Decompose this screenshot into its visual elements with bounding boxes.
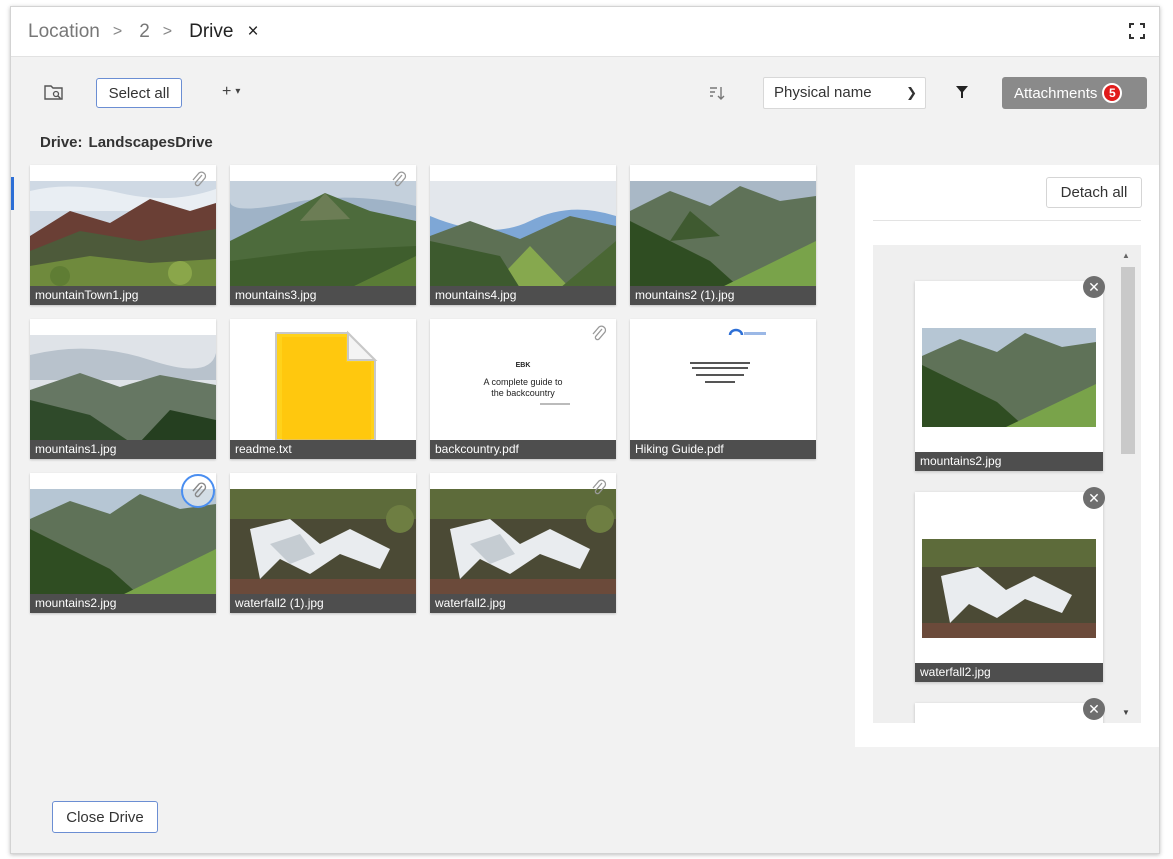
fullscreen-icon[interactable] — [1129, 23, 1145, 39]
toolbar: Select all + ▾ Physical name ❯ Attachment… — [11, 75, 1159, 111]
file-name: mountains2.jpg — [30, 594, 216, 613]
detach-all-button[interactable]: Detach all — [1046, 177, 1142, 208]
breadcrumb-location[interactable]: Location — [28, 21, 100, 43]
breadcrumb-2[interactable]: 2 — [139, 21, 150, 43]
doc-heading-line2: the backcountry — [491, 388, 555, 398]
plus-icon: + — [222, 83, 232, 100]
drive-label: Drive: — [40, 134, 83, 151]
doc-heading-line1: A complete guide to — [483, 377, 563, 387]
sort-select-value: Physical name — [774, 84, 872, 101]
close-drive-button[interactable]: Close Drive — [52, 801, 158, 833]
file-tile[interactable]: mountains2.jpg — [30, 473, 216, 613]
file-thumbnail — [430, 489, 616, 596]
attachments-count-badge: 5 — [1102, 83, 1123, 103]
attachment-card[interactable]: ✕ — [915, 698, 1105, 723]
breadcrumb-separator: > — [162, 22, 173, 40]
file-tile[interactable]: mountains1.jpg — [30, 319, 216, 459]
file-tile[interactable]: waterfall2.jpg — [430, 473, 616, 613]
drive-title: Drive: LandscapesDrive — [40, 134, 213, 151]
file-name: waterfall2 (1).jpg — [230, 594, 416, 613]
attachments-panel: Detach all ✕ mountains2.jpg ✕ waterfall2… — [855, 165, 1159, 747]
close-icon[interactable]: × — [247, 21, 258, 43]
file-name: mountainTown1.jpg — [30, 286, 216, 305]
attachment-card[interactable]: ✕ mountains2.jpg — [915, 276, 1105, 471]
drive-name: LandscapesDrive — [88, 134, 213, 151]
file-tile[interactable]: waterfall2 (1).jpg — [230, 473, 416, 613]
doc-text-line — [540, 403, 570, 405]
file-name: readme.txt — [230, 440, 416, 459]
breadcrumb-separator: > — [112, 22, 123, 40]
file-thumbnail — [230, 319, 416, 441]
remove-attachment-icon[interactable]: ✕ — [1083, 698, 1105, 720]
remove-attachment-icon[interactable]: ✕ — [1083, 487, 1105, 509]
paperclip-icon — [192, 482, 207, 498]
file-thumbnail — [630, 319, 816, 440]
sort-select[interactable]: Physical name ❯ — [763, 77, 926, 109]
filter-icon[interactable] — [955, 85, 969, 99]
paperclip-icon — [192, 171, 207, 187]
file-thumbnail — [30, 335, 216, 442]
file-name: mountains2 (1).jpg — [630, 286, 816, 305]
file-tile[interactable]: mountainTown1.jpg — [30, 165, 216, 305]
file-thumbnail — [430, 181, 616, 288]
doc-code: EBK — [515, 362, 531, 369]
attachment-thumbnail — [922, 328, 1096, 427]
file-thumbnail: EBK A complete guide to the backcountry — [430, 319, 616, 440]
file-name: Hiking Guide.pdf — [630, 440, 816, 459]
attachments-button[interactable]: Attachments 5 — [1002, 77, 1147, 109]
attachments-list[interactable]: ✕ mountains2.jpg ✕ waterfall2.jpg ✕ ▲ ▼ — [873, 245, 1141, 723]
scrollbar[interactable]: ▲ ▼ — [1119, 245, 1135, 723]
selection-marker — [11, 177, 14, 210]
attachment-name: mountains2.jpg — [915, 452, 1103, 471]
file-thumbnail — [230, 489, 416, 596]
scroll-down-icon[interactable]: ▼ — [1122, 708, 1130, 717]
breadcrumb-current: Drive — [189, 20, 234, 42]
drive-dialog: Location > 2 > Drive × Select all + ▾ Phy… — [10, 6, 1160, 854]
folder-search-icon[interactable] — [44, 83, 64, 101]
sort-icon[interactable] — [708, 84, 726, 102]
paperclip-icon — [592, 479, 607, 495]
file-name: mountains3.jpg — [230, 286, 416, 305]
attachment-card[interactable]: ✕ waterfall2.jpg — [915, 487, 1105, 682]
file-name: waterfall2.jpg — [430, 594, 616, 613]
file-thumbnail — [30, 181, 216, 288]
file-tile[interactable]: mountains4.jpg — [430, 165, 616, 305]
file-tile[interactable]: Hiking Guide.pdf — [630, 319, 816, 459]
attach-toggle[interactable] — [181, 474, 215, 508]
title-bar: Location > 2 > Drive × — [11, 7, 1159, 57]
file-tile[interactable]: EBK A complete guide to the backcountry … — [430, 319, 616, 459]
attachment-thumbnail — [922, 539, 1096, 638]
scroll-thumb[interactable] — [1121, 267, 1135, 454]
remove-attachment-icon[interactable]: ✕ — [1083, 276, 1105, 298]
attachment-name: waterfall2.jpg — [915, 663, 1103, 682]
file-name: backcountry.pdf — [430, 440, 616, 459]
file-tile[interactable]: readme.txt — [230, 319, 416, 459]
divider — [873, 220, 1141, 221]
file-name: mountains4.jpg — [430, 286, 616, 305]
file-thumbnail — [230, 181, 416, 288]
paperclip-icon — [592, 325, 607, 341]
add-menu-button[interactable]: + ▾ — [222, 83, 240, 101]
paperclip-icon — [392, 171, 407, 187]
file-name: mountains1.jpg — [30, 440, 216, 459]
file-thumbnail — [630, 181, 816, 288]
file-tile[interactable]: mountains3.jpg — [230, 165, 416, 305]
chevron-down-icon: ▾ — [235, 86, 241, 97]
chevron-down-icon: ❯ — [906, 85, 917, 100]
scroll-up-icon[interactable]: ▲ — [1122, 251, 1130, 260]
select-all-button[interactable]: Select all — [96, 78, 182, 108]
attachments-label: Attachments — [1014, 84, 1098, 102]
file-tile[interactable]: mountains2 (1).jpg — [630, 165, 816, 305]
